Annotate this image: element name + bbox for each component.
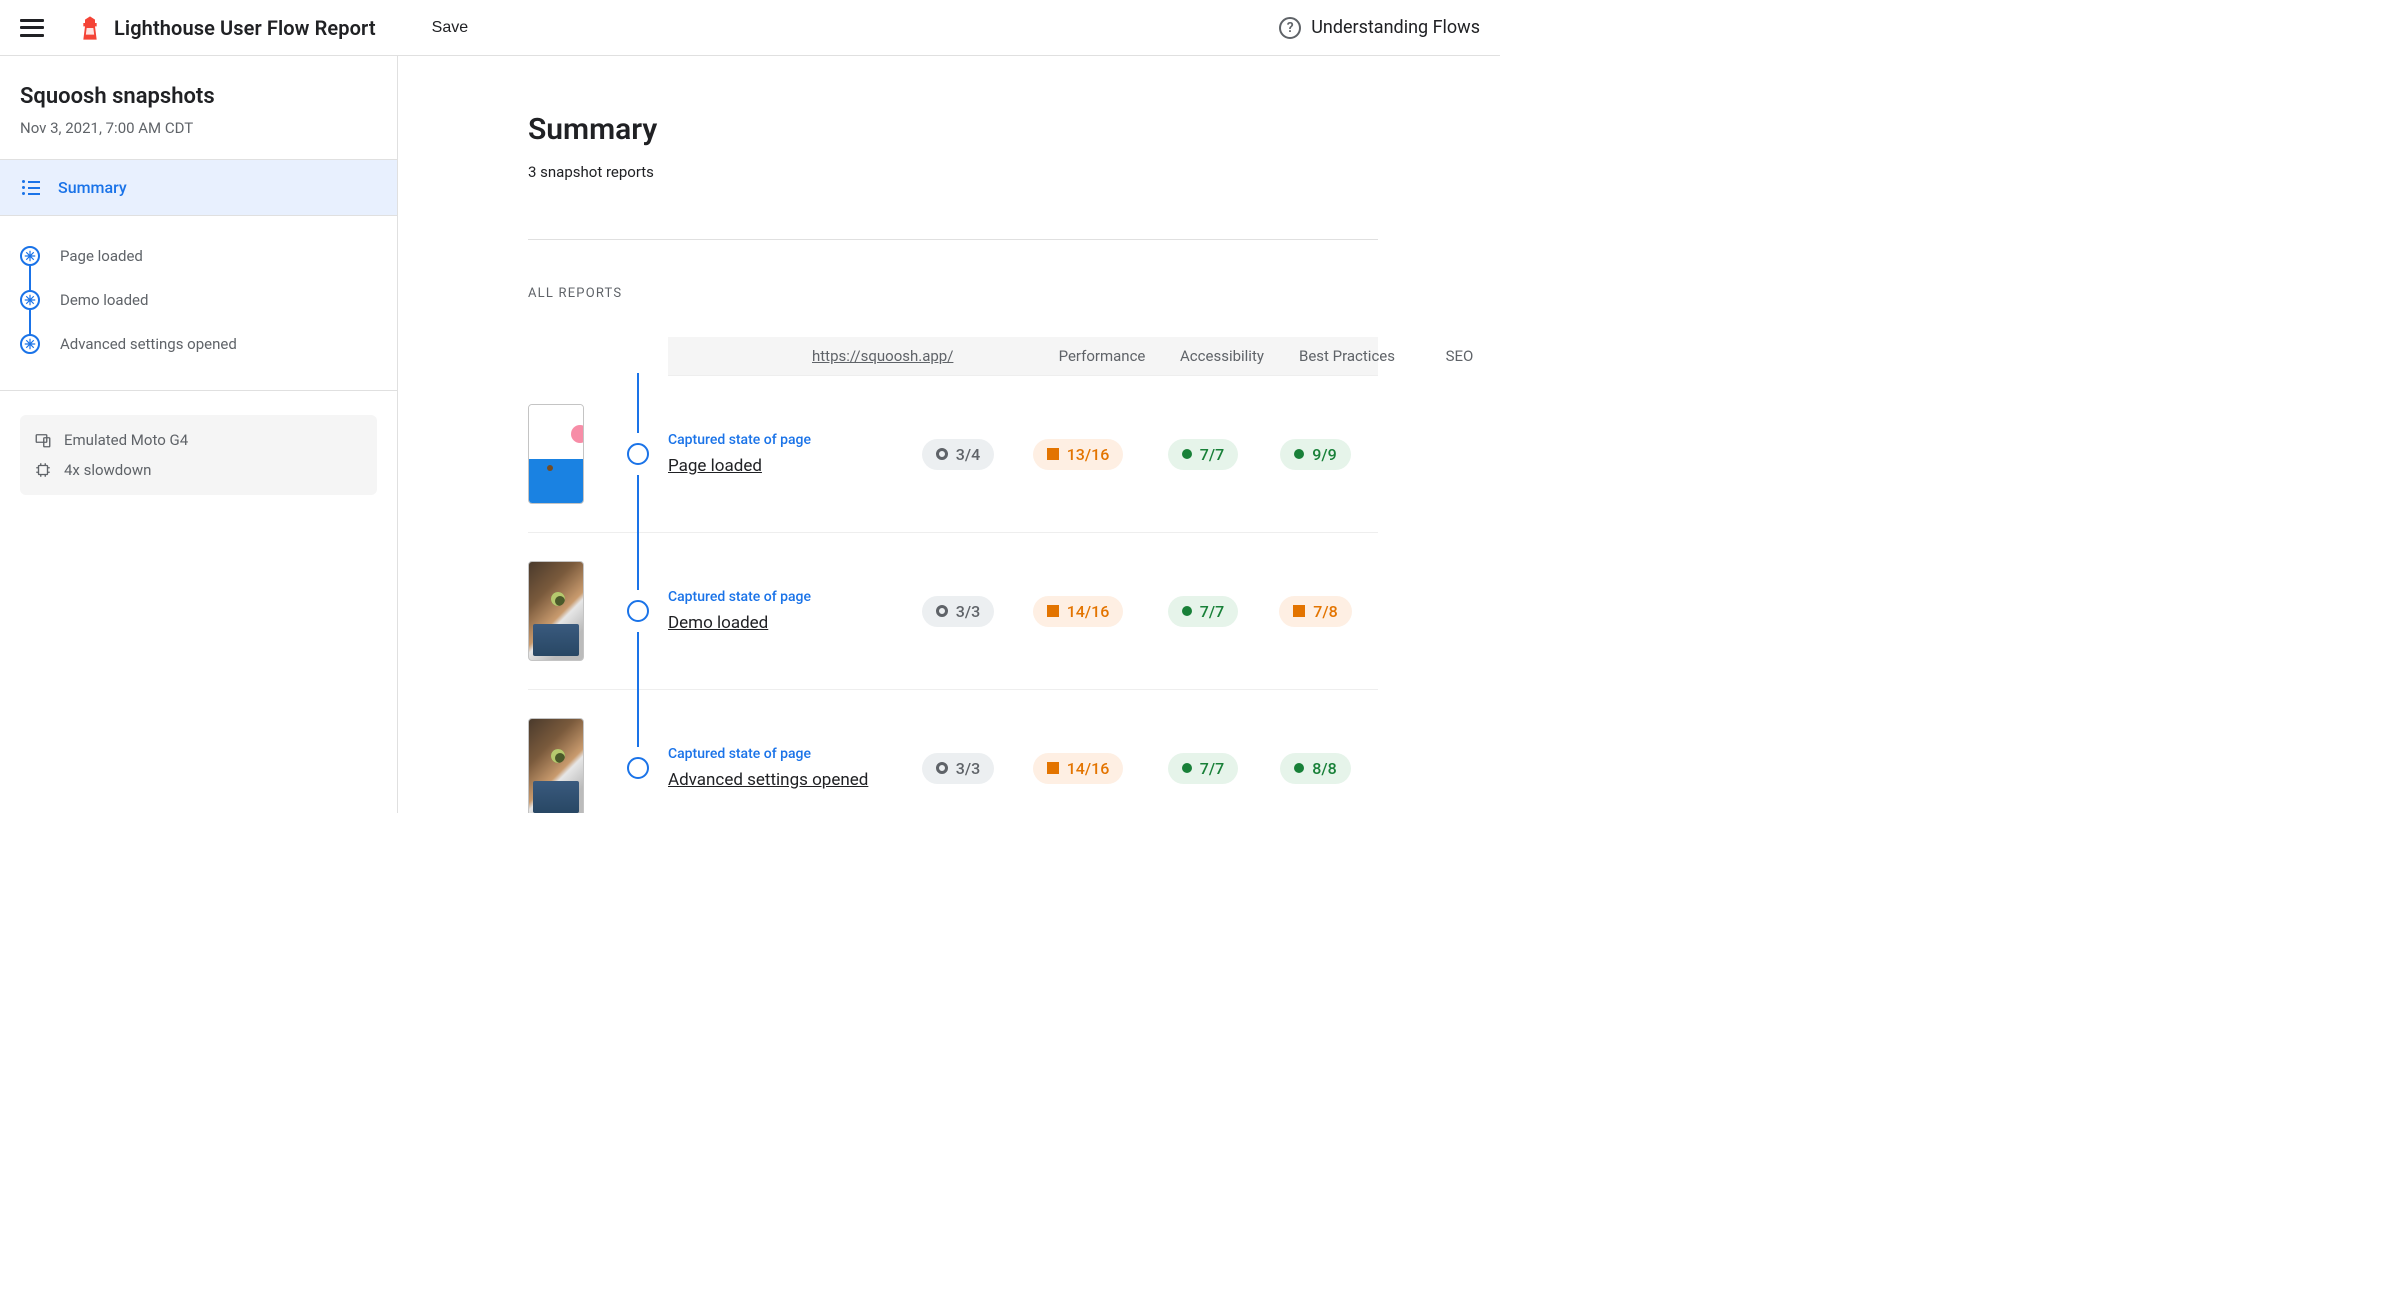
sidebar-item-summary[interactable]: Summary xyxy=(0,160,397,216)
sidebar-step[interactable]: Advanced settings opened xyxy=(0,322,397,366)
page-subtitle: 3 snapshot reports xyxy=(528,163,1378,181)
snapshot-icon xyxy=(608,600,668,622)
sidebar-step[interactable]: Demo loaded xyxy=(0,278,397,322)
report-name-link[interactable]: Demo loaded xyxy=(668,613,898,633)
report-name-link[interactable]: Page loaded xyxy=(668,456,898,476)
badge-performance: 3/3 xyxy=(922,753,994,784)
reports-header-row: https://squoosh.app/ Performance Accessi… xyxy=(668,337,1378,376)
report-thumbnail[interactable] xyxy=(528,718,584,813)
col-performance: Performance xyxy=(1042,347,1162,365)
meta-device: Emulated Moto G4 xyxy=(34,431,363,449)
meta-throttle: 4x slowdown xyxy=(34,461,363,479)
save-button[interactable]: Save xyxy=(424,13,476,43)
snapshot-icon xyxy=(20,246,40,266)
snapshot-icon xyxy=(20,334,40,354)
report-type-label: Captured state of page xyxy=(668,432,898,448)
badge-seo: 9/9 xyxy=(1280,439,1350,470)
understanding-flows-link[interactable]: ? Understanding Flows xyxy=(1279,17,1480,39)
badge-best-practices: 7/7 xyxy=(1168,753,1238,784)
report-name: Squoosh snapshots xyxy=(20,84,377,109)
sidebar-step-label: Page loaded xyxy=(60,247,143,265)
report-date: Nov 3, 2021, 7:00 AM CDT xyxy=(20,119,377,137)
sidebar-step-label: Demo loaded xyxy=(60,291,148,309)
sidebar-step-label: Advanced settings opened xyxy=(60,335,237,353)
report-thumbnail[interactable] xyxy=(528,404,584,504)
report-row: Captured state of page Advanced settings… xyxy=(528,690,1378,813)
badge-accessibility: 14/16 xyxy=(1033,596,1124,627)
report-type-label: Captured state of page xyxy=(668,589,898,605)
sidebar-item-label: Summary xyxy=(58,178,127,197)
snapshot-icon xyxy=(608,757,668,779)
snapshot-icon xyxy=(20,290,40,310)
badge-accessibility: 14/16 xyxy=(1033,753,1124,784)
sidebar-header: Squoosh snapshots Nov 3, 2021, 7:00 AM C… xyxy=(0,56,397,160)
badge-accessibility: 13/16 xyxy=(1033,439,1124,470)
report-url[interactable]: https://squoosh.app/ xyxy=(812,347,1042,365)
sidebar-step[interactable]: Page loaded xyxy=(0,234,397,278)
all-reports-label: ALL REPORTS xyxy=(528,286,1378,301)
cpu-icon xyxy=(34,461,52,479)
reports-table: https://squoosh.app/ Performance Accessi… xyxy=(528,337,1378,813)
topbar: Lighthouse User Flow Report Save ? Under… xyxy=(0,0,1500,56)
report-name-link[interactable]: Advanced settings opened xyxy=(668,770,898,790)
meta-throttle-label: 4x slowdown xyxy=(64,461,151,479)
meta-device-label: Emulated Moto G4 xyxy=(64,431,188,449)
list-icon xyxy=(22,181,40,195)
col-best-practices: Best Practices xyxy=(1282,347,1412,365)
badge-best-practices: 7/7 xyxy=(1168,439,1238,470)
menu-icon[interactable] xyxy=(20,16,44,40)
snapshot-icon xyxy=(608,443,668,465)
report-type-label: Captured state of page xyxy=(668,746,898,762)
badge-performance: 3/4 xyxy=(922,439,994,470)
device-icon xyxy=(34,431,52,449)
report-row: Captured state of page Demo loaded 3/3 1… xyxy=(528,533,1378,690)
main: Summary 3 snapshot reports ALL REPORTS h… xyxy=(398,56,1500,813)
badge-performance: 3/3 xyxy=(922,596,994,627)
page-title: Summary xyxy=(528,112,1378,147)
col-accessibility: Accessibility xyxy=(1162,347,1282,365)
report-row: Captured state of page Page loaded 3/4 1… xyxy=(528,376,1378,533)
sidebar-steps: Page loaded Demo loaded Advanced setting… xyxy=(0,216,397,391)
lighthouse-logo-icon xyxy=(80,16,100,40)
badge-seo: 7/8 xyxy=(1279,596,1351,627)
badge-best-practices: 7/7 xyxy=(1168,596,1238,627)
sidebar-meta: Emulated Moto G4 4x slowdown xyxy=(20,415,377,495)
sidebar: Squoosh snapshots Nov 3, 2021, 7:00 AM C… xyxy=(0,56,398,813)
app-title: Lighthouse User Flow Report xyxy=(114,16,376,40)
help-link-label: Understanding Flows xyxy=(1311,17,1480,38)
report-thumbnail[interactable] xyxy=(528,561,584,661)
col-seo: SEO xyxy=(1412,347,1500,365)
help-icon: ? xyxy=(1279,17,1301,39)
badge-seo: 8/8 xyxy=(1280,753,1350,784)
divider xyxy=(528,239,1378,240)
